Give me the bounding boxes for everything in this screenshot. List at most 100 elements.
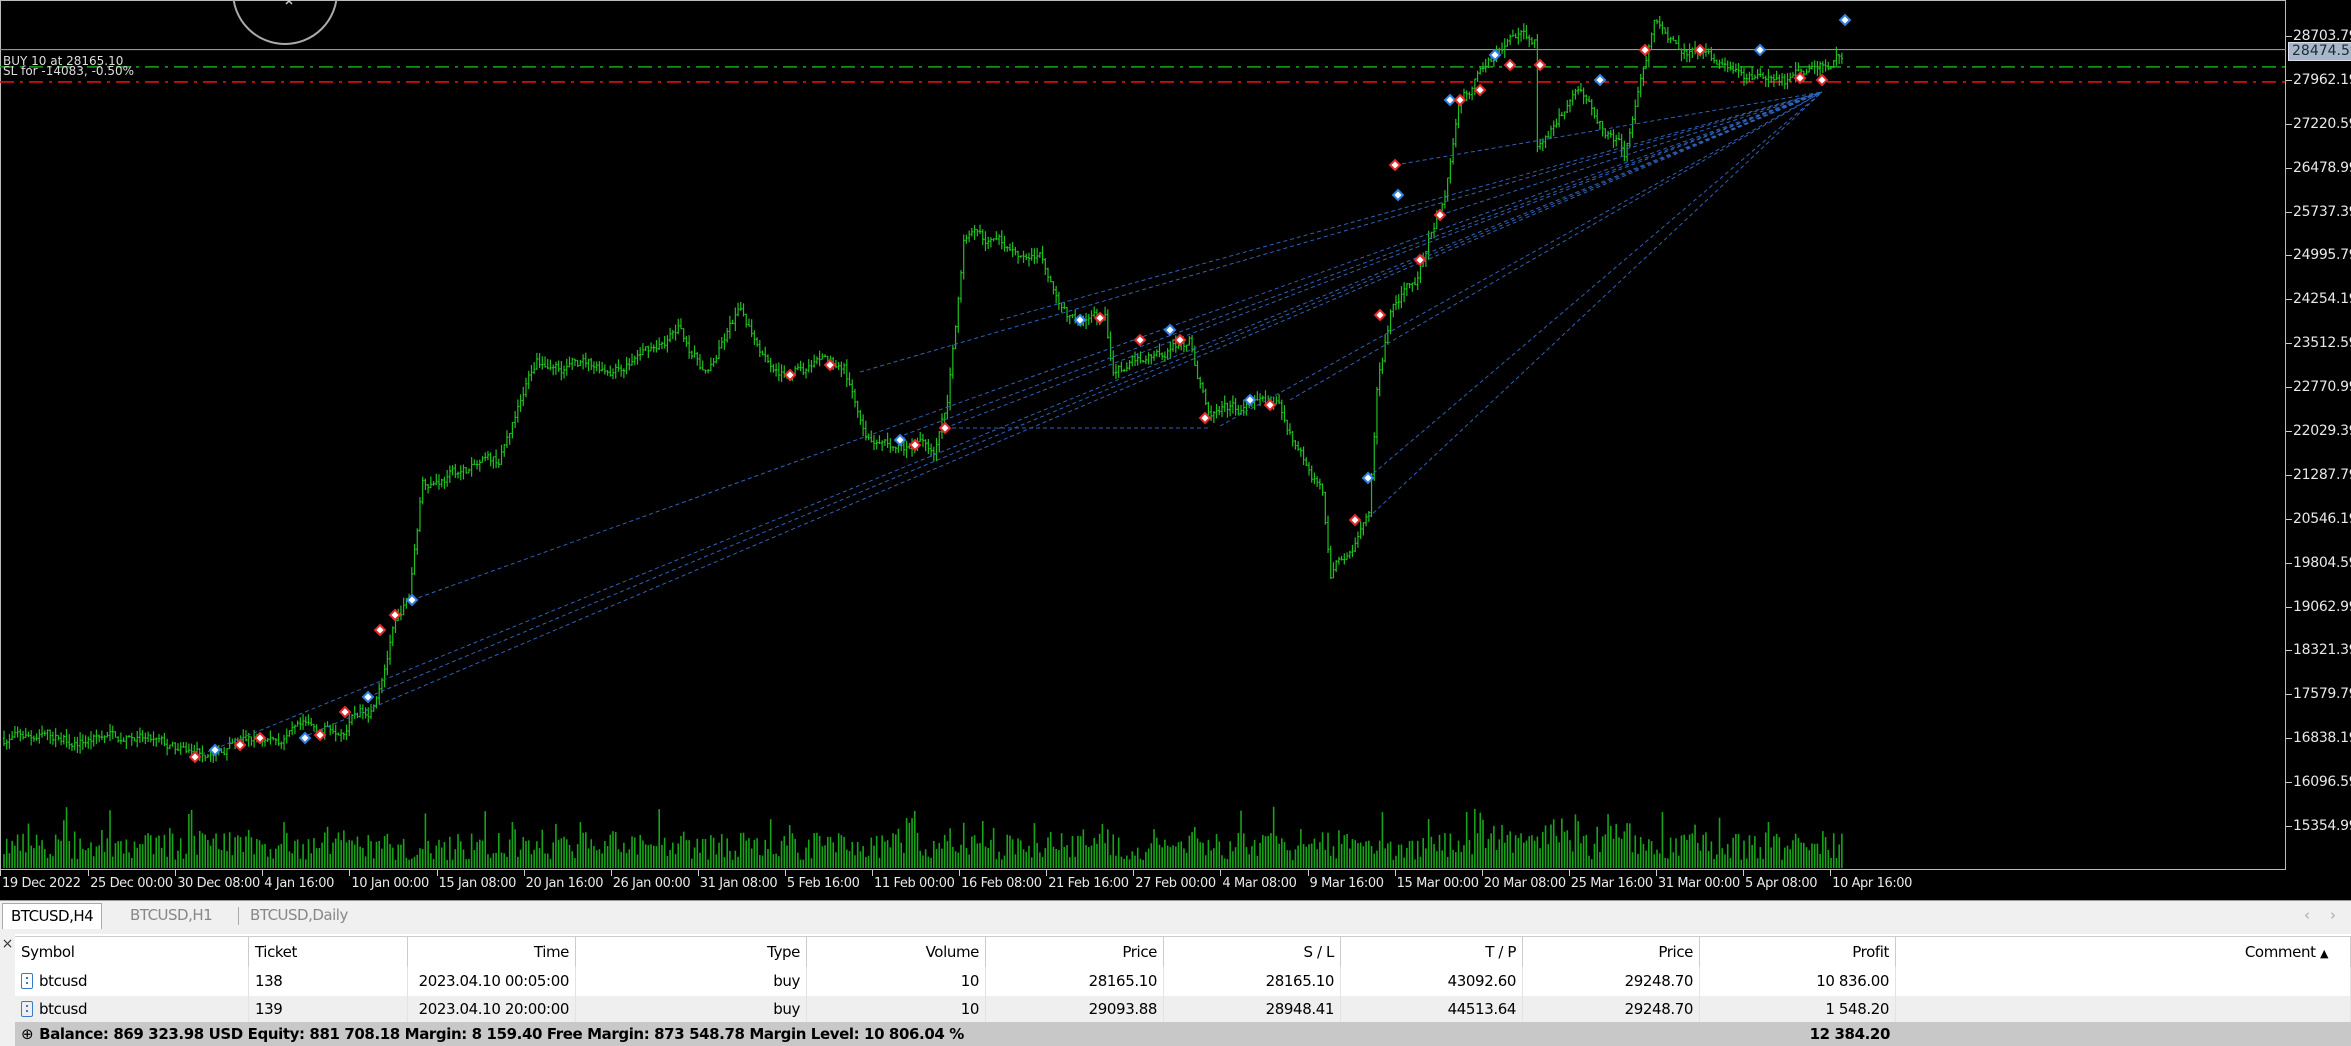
price-bar <box>424 478 427 491</box>
col-current-price[interactable]: Price <box>1523 937 1700 967</box>
price-bar <box>603 364 607 375</box>
col-tp[interactable]: T / P <box>1341 937 1523 967</box>
price-bar <box>38 729 41 744</box>
trade-arrow-icon <box>1163 323 1177 337</box>
price-bar <box>962 234 965 280</box>
price-bar <box>1598 120 1602 130</box>
price-bar <box>891 446 895 452</box>
tab-btcusd-h1[interactable]: BTCUSD,H1 <box>122 903 220 928</box>
price-bar <box>1237 404 1240 416</box>
price-bar <box>1557 108 1561 128</box>
price-bar <box>206 754 210 758</box>
price-bar <box>717 339 721 360</box>
price-bar <box>530 365 533 382</box>
balance-row: ⊕ Balance: 869 323.98 USD Equity: 881 708… <box>15 1022 2351 1046</box>
price-bar <box>489 452 492 467</box>
price-bar <box>484 452 487 462</box>
cell-type: buy <box>576 996 807 1022</box>
tab-btcusd-daily[interactable]: BTCUSD,Daily <box>242 903 356 928</box>
table-row[interactable]: btcusd 139 2023.04.10 20:00:00 buy 10 29… <box>15 996 2351 1022</box>
price-bar <box>116 736 120 743</box>
close-terminal-button[interactable]: × <box>0 934 15 1046</box>
price-bar <box>549 359 552 371</box>
col-comment[interactable]: Comment ▲ <box>1896 937 2351 967</box>
price-bar <box>954 325 957 350</box>
price-bar <box>448 465 452 484</box>
price-bar <box>35 733 38 741</box>
price-label: 26478.99 <box>2293 159 2351 176</box>
col-symbol[interactable]: Symbol <box>15 937 249 967</box>
table-row[interactable]: btcusd 138 2023.04.10 00:05:00 buy 10 28… <box>15 967 2351 997</box>
col-volume[interactable]: Volume <box>807 937 986 967</box>
col-ticket[interactable]: Ticket <box>249 937 408 967</box>
price-bar <box>867 433 870 441</box>
order-document-icon <box>21 1000 33 1017</box>
price-bar <box>1305 457 1308 466</box>
time-label: 16 Feb 08:00 <box>961 876 1042 891</box>
tab-btcusd-h4[interactable]: BTCUSD,H4 <box>2 903 103 929</box>
chart-canvas[interactable] <box>0 0 2351 900</box>
price-bar <box>1315 476 1319 488</box>
price-bar <box>1408 283 1411 289</box>
price-bar <box>1324 491 1327 525</box>
price-bar <box>1533 39 1536 49</box>
price-bar <box>1190 335 1194 353</box>
price-bar <box>310 717 313 726</box>
price-bar <box>1204 388 1207 406</box>
price-bar <box>1617 132 1621 141</box>
price-bar <box>1753 74 1757 80</box>
trade-history-line <box>1367 91 1823 519</box>
price-bar <box>358 704 362 718</box>
price-bar <box>1816 61 1819 77</box>
price-bar <box>1661 21 1664 35</box>
price-bar <box>997 234 1001 246</box>
price-bar <box>125 735 128 749</box>
symbol-text: btcusd <box>39 1000 88 1018</box>
price-bar <box>959 270 963 303</box>
time-tick <box>175 870 177 876</box>
tab-scroll-left-button[interactable]: ‹ <box>2296 903 2318 928</box>
price-bar <box>766 354 770 364</box>
price-bar <box>1691 47 1694 59</box>
price-bar <box>1093 306 1096 318</box>
price-bar <box>1307 461 1311 476</box>
price-bar <box>1239 405 1243 415</box>
price-bar <box>388 634 392 665</box>
price-bar <box>1087 313 1090 326</box>
price-bar <box>709 357 713 372</box>
price-bar <box>883 438 887 446</box>
price-bar <box>851 379 854 399</box>
price-bar <box>1296 441 1300 451</box>
price-bar <box>1025 253 1028 260</box>
time-tick <box>262 870 264 876</box>
col-open-price[interactable]: Price <box>986 937 1164 967</box>
trade-arrow-icon <box>1443 93 1457 107</box>
col-time[interactable]: Time <box>408 937 576 967</box>
price-bar <box>288 730 291 737</box>
price-bar <box>976 228 979 237</box>
col-type[interactable]: Type <box>576 937 807 967</box>
price-bar <box>1503 38 1506 58</box>
expand-icon[interactable]: ⊕ <box>21 1025 34 1043</box>
tab-scroll-right-button[interactable]: › <box>2322 903 2344 928</box>
price-tick <box>2286 518 2292 520</box>
time-label: 26 Jan 00:00 <box>612 876 691 891</box>
price-bar <box>1362 522 1365 536</box>
price-bar <box>459 465 462 481</box>
price-bar <box>516 399 520 423</box>
price-bar <box>679 318 683 330</box>
price-bar <box>978 224 982 235</box>
price-bar <box>921 433 925 447</box>
cell-symbol: btcusd <box>15 967 249 996</box>
price-tick <box>2286 123 2292 125</box>
col-profit[interactable]: Profit <box>1700 937 1896 967</box>
price-bar <box>674 324 677 341</box>
balance-text: Balance: 869 323.98 USD Equity: 881 708.… <box>39 1025 964 1043</box>
price-chart[interactable]: 28703.79 27962.19 27220.59 26478.99 25737.39… <box>0 0 2351 900</box>
price-bar <box>1634 99 1637 124</box>
col-sl[interactable]: S / L <box>1164 937 1341 967</box>
price-bar <box>1609 129 1612 138</box>
terminal-panel: × Symbol Ticket Time Type Volume Price S… <box>0 934 2351 1046</box>
price-bar <box>1016 250 1020 264</box>
price-bar <box>111 725 114 740</box>
